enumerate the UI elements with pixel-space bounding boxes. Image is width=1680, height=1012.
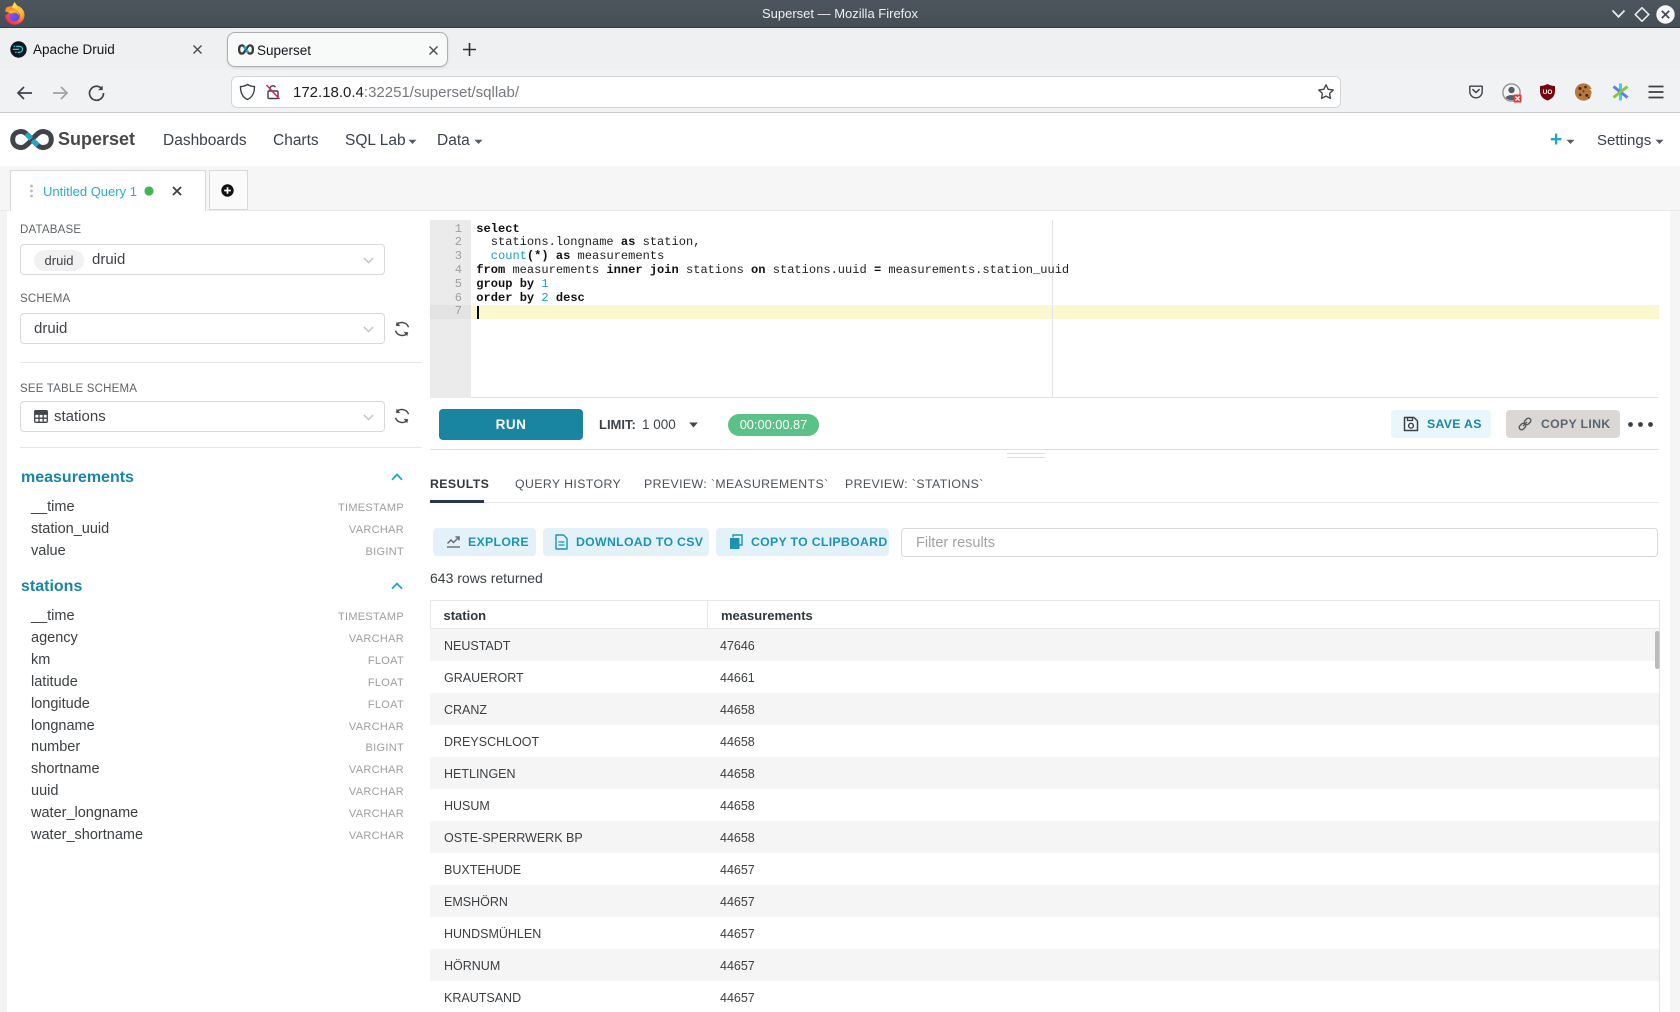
svg-text:UO: UO <box>1543 89 1553 96</box>
